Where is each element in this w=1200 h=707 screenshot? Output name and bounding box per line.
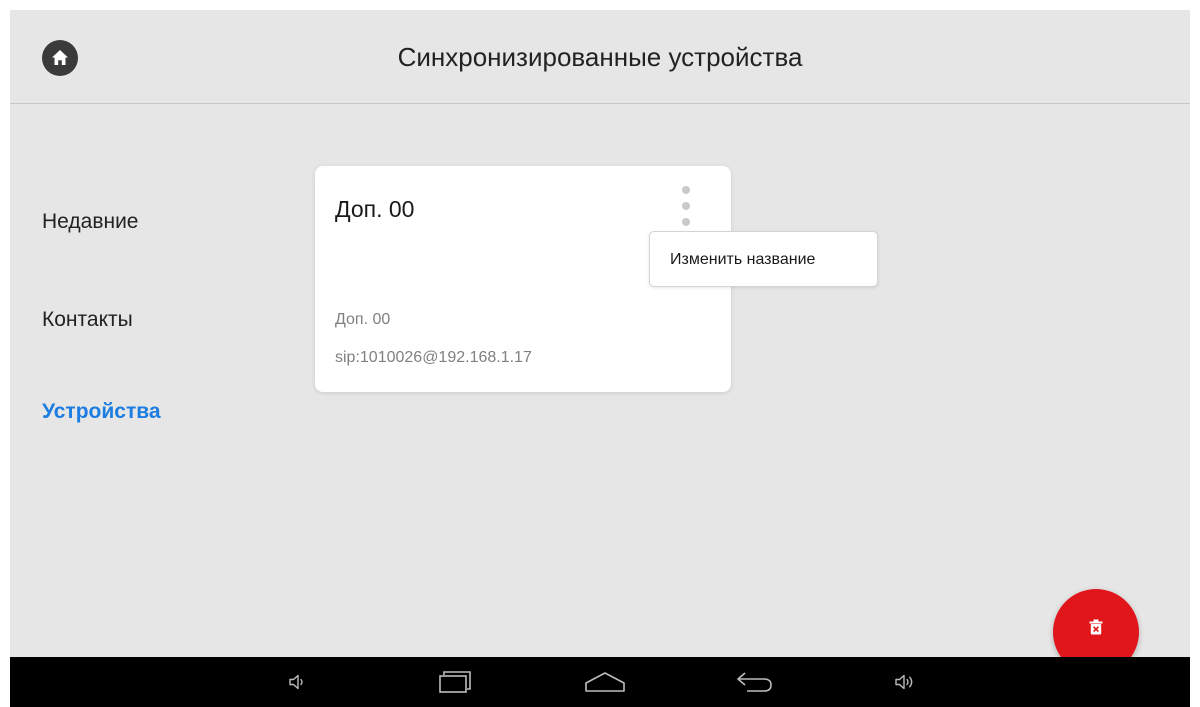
- home-button[interactable]: [42, 40, 78, 76]
- sidebar-item-recent[interactable]: Недавние: [42, 210, 138, 234]
- volume-up-button[interactable]: [875, 657, 935, 707]
- page-title: Синхронизированные устройства: [397, 42, 803, 72]
- context-menu: Изменить название: [649, 231, 878, 287]
- volume-up-icon: [895, 674, 913, 690]
- recent-apps-button[interactable]: [425, 657, 485, 707]
- sidebar-item-contacts[interactable]: Контакты: [42, 308, 133, 332]
- sidebar-item-devices[interactable]: Устройства: [42, 400, 161, 424]
- volume-down-icon: [289, 674, 303, 690]
- header-bar: Синхронизированные устройства: [10, 10, 1190, 104]
- back-icon: [737, 672, 772, 692]
- volume-down-button[interactable]: [268, 657, 328, 707]
- device-sip-address: sip:1010026@192.168.1.17: [335, 349, 532, 366]
- app-screen: Синхронизированные устройства Недавние К…: [10, 10, 1190, 707]
- home-icon: [585, 672, 625, 692]
- device-card-title: Доп. 00: [335, 196, 415, 222]
- back-button[interactable]: [725, 657, 785, 707]
- delete-icon: [1089, 619, 1103, 635]
- device-name: Доп. 00: [335, 311, 391, 328]
- context-menu-item-rename[interactable]: Изменить название: [670, 232, 815, 288]
- more-vertical-icon[interactable]: [675, 184, 697, 228]
- recent-apps-icon: [439, 671, 471, 693]
- home-icon: [52, 50, 68, 65]
- home-nav-button[interactable]: [575, 657, 635, 707]
- system-navigation-bar: [10, 657, 1190, 707]
